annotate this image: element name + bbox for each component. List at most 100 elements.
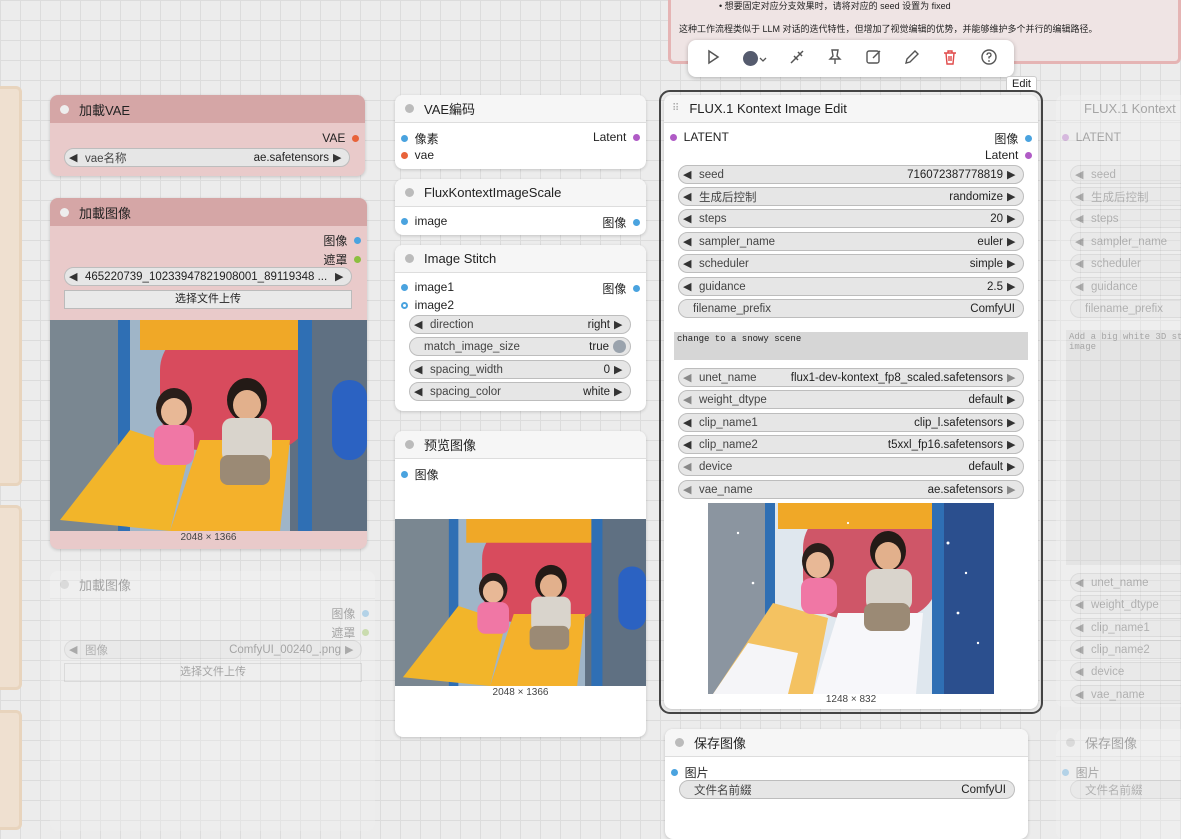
node-title: 加載VAE xyxy=(79,102,131,118)
output-mask-label: 遮罩 xyxy=(323,253,348,267)
device-widget[interactable]: ◀ device xyxy=(1070,662,1181,681)
spacing-width-widget[interactable]: ◀ spacing_width 0 ▶ xyxy=(409,360,631,379)
input-image1-dot[interactable] xyxy=(401,283,408,291)
control-after-generate-widget[interactable]: ◀ 生成后控制 xyxy=(1070,187,1181,206)
load-image-node-2[interactable]: 加載图像 图像 遮罩 ◀ 图像 ComfyUI_00240_.png ▶ 选择文件上传 xyxy=(50,571,375,831)
collapse-dot[interactable] xyxy=(405,104,414,113)
input-images-dot[interactable] xyxy=(401,471,408,478)
color-picker-icon[interactable] xyxy=(742,51,768,66)
output-image-dot[interactable] xyxy=(633,285,640,292)
scheduler-widget[interactable]: ◀ scheduler xyxy=(1070,254,1181,273)
output-image-dot[interactable] xyxy=(1025,135,1032,142)
output-latent-dot[interactable] xyxy=(633,133,640,141)
direction-widget[interactable]: ◀ direction right ▶ xyxy=(409,315,631,334)
filename-prefix-widget[interactable]: 文件名前綴 ComfyUI xyxy=(679,780,1015,799)
clip-name1-widget[interactable]: ◀ clip_name1 xyxy=(1070,618,1181,637)
output-image-label: 图像 xyxy=(602,282,627,296)
collapse-dot[interactable] xyxy=(405,188,414,197)
pencil-icon[interactable] xyxy=(903,48,921,69)
clip-name2-widget[interactable]: ◀ clip_name2 xyxy=(1070,640,1181,659)
bypass-icon[interactable] xyxy=(788,48,806,69)
flux-kontext-node-2[interactable]: FLUX.1 Kontext LATENT ◀ seed ◀ 生成后控制 ◀ step… xyxy=(1056,95,1181,707)
vae-name-widget[interactable]: ◀ vae_name xyxy=(1070,685,1181,704)
collapse-dot[interactable] xyxy=(60,104,69,114)
flux-kontext-image-scale-node[interactable]: FluxKontextImageScale image 图像 xyxy=(395,179,646,235)
weight-dtype-widget[interactable]: ◀ weight_dtype default ▶ xyxy=(678,390,1024,409)
filename-prefix-widget[interactable]: 文件名前綴 xyxy=(1070,780,1181,799)
pin-icon[interactable] xyxy=(826,48,844,69)
collapse-dot[interactable] xyxy=(405,440,414,449)
preview-size: 2048 × 1366 xyxy=(492,687,549,698)
output-image-dot[interactable] xyxy=(354,237,361,244)
collapse-dot[interactable] xyxy=(405,254,414,263)
sampler-name-widget[interactable]: ◀ sampler_name euler ▶ xyxy=(678,232,1024,251)
output-vae-dot[interactable] xyxy=(352,134,359,142)
steps-widget[interactable]: ◀ steps xyxy=(1070,209,1181,228)
collapse-dot[interactable] xyxy=(1066,738,1075,747)
input-images-dot[interactable] xyxy=(671,769,678,776)
output-size: 1248 × 832 xyxy=(825,694,877,705)
drag-handle-icon[interactable]: ⠿ xyxy=(672,103,679,114)
output-snowy-photo xyxy=(708,503,994,694)
help-icon[interactable] xyxy=(980,48,998,69)
output-mask-dot[interactable] xyxy=(362,629,369,636)
scheduler-widget[interactable]: ◀ scheduler simple ▶ xyxy=(678,254,1024,273)
guidance-widget[interactable]: ◀ guidance 2.5 ▶ xyxy=(678,277,1024,296)
upload-button[interactable]: 选择文件上传 xyxy=(64,663,362,682)
node-title: FLUX.1 Kontext xyxy=(1084,101,1176,116)
prompt-textarea[interactable]: change to a snowy scene xyxy=(674,332,1028,360)
toggle-knob[interactable] xyxy=(613,340,626,353)
input-latent-dot[interactable] xyxy=(670,133,677,141)
clip-name1-widget[interactable]: ◀ clip_name1 clip_l.safetensors ▶ xyxy=(678,413,1024,432)
node-title: VAE編码 xyxy=(424,102,476,117)
save-image-node[interactable]: 保存图像 图片 文件名前綴 ComfyUI xyxy=(665,729,1028,839)
collapse-dot[interactable] xyxy=(675,738,684,747)
output-image-label: 图像 xyxy=(331,607,356,621)
node-title: 预览图像 xyxy=(424,438,477,453)
input-latent-dot[interactable] xyxy=(1062,133,1069,141)
steps-widget[interactable]: ◀ steps 20 ▶ xyxy=(678,209,1024,228)
clip-name2-widget[interactable]: ◀ clip_name2 t5xxl_fp16.safetensors ▶ xyxy=(678,435,1024,454)
input-vae-dot[interactable] xyxy=(401,151,408,159)
sampler-name-widget[interactable]: ◀ sampler_name xyxy=(1070,232,1181,251)
prompt-textarea[interactable]: Add a big white 3D st image xyxy=(1066,330,1181,565)
filename-prefix-widget[interactable]: filename_prefix xyxy=(1070,299,1181,318)
seed-widget[interactable]: ◀ seed xyxy=(1070,165,1181,184)
unet-name-widget[interactable]: ◀ unet_name flux1-dev-kontext_fp8_scaled.s… xyxy=(678,368,1024,387)
input-image2-dot[interactable] xyxy=(401,301,408,309)
delete-icon[interactable] xyxy=(941,48,959,69)
preview-image-node[interactable]: 预览图像 图像 2048 × 1366 xyxy=(395,431,646,737)
run-icon[interactable] xyxy=(704,48,722,69)
image-stitch-node[interactable]: Image Stitch image1 image2 图像 ◀ direction… xyxy=(395,245,646,411)
image-file-widget[interactable]: ◀ 465220739_10233947821908001_89119348 ..… xyxy=(64,267,352,286)
load-image-node[interactable]: 加載图像 图像 遮罩 ◀ 465220739_10233947821908001_… xyxy=(50,198,367,549)
save-image-node-2[interactable]: 保存图像 图片 文件名前綴 xyxy=(1056,729,1181,839)
match-image-size-toggle[interactable]: match_image_size true xyxy=(409,337,631,356)
filename-prefix-widget[interactable]: filename_prefix ComfyUI xyxy=(678,299,1024,318)
output-image-dot[interactable] xyxy=(362,610,369,617)
output-latent-dot[interactable] xyxy=(1025,151,1032,159)
output-mask-dot[interactable] xyxy=(354,256,361,263)
unet-name-widget[interactable]: ◀ unet_name xyxy=(1070,573,1181,592)
input-image-dot[interactable] xyxy=(401,217,408,225)
collapse-dot[interactable] xyxy=(60,580,69,589)
image-widget[interactable]: ◀ 图像 ComfyUI_00240_.png ▶ xyxy=(64,640,362,659)
upload-button[interactable]: 选择文件上传 xyxy=(64,290,352,309)
load-vae-node[interactable]: 加載VAE VAE ◀ vae名称 ae.safetensors ▶ xyxy=(50,95,365,176)
control-after-generate-widget[interactable]: ◀ 生成后控制 randomize ▶ xyxy=(678,187,1024,206)
input-pixels-dot[interactable] xyxy=(401,135,408,142)
device-widget[interactable]: ◀ device default ▶ xyxy=(678,457,1024,476)
seed-widget[interactable]: ◀ seed 716072387778819 ▶ xyxy=(678,165,1024,184)
input-images-dot[interactable] xyxy=(1062,769,1069,776)
output-image-dot[interactable] xyxy=(633,219,640,226)
collapse-dot[interactable] xyxy=(60,207,69,217)
flux-kontext-image-edit-node[interactable]: ⠿ FLUX.1 Kontext Image Edit LATENT 图像 Lat… xyxy=(664,95,1038,709)
weight-dtype-widget[interactable]: ◀ weight_dtype xyxy=(1070,595,1181,614)
guidance-widget[interactable]: ◀ guidance xyxy=(1070,277,1181,296)
vae-name-widget[interactable]: ◀ vae名称 ae.safetensors ▶ xyxy=(64,148,350,167)
vae-encode-node[interactable]: VAE編码 像素 vae Latent xyxy=(395,95,646,169)
left-group-2 xyxy=(0,505,22,690)
edit-square-icon[interactable] xyxy=(865,48,883,69)
spacing-color-widget[interactable]: ◀ spacing_color white ▶ xyxy=(409,382,631,401)
vae-name-widget[interactable]: ◀ vae_name ae.safetensors ▶ xyxy=(678,480,1024,499)
